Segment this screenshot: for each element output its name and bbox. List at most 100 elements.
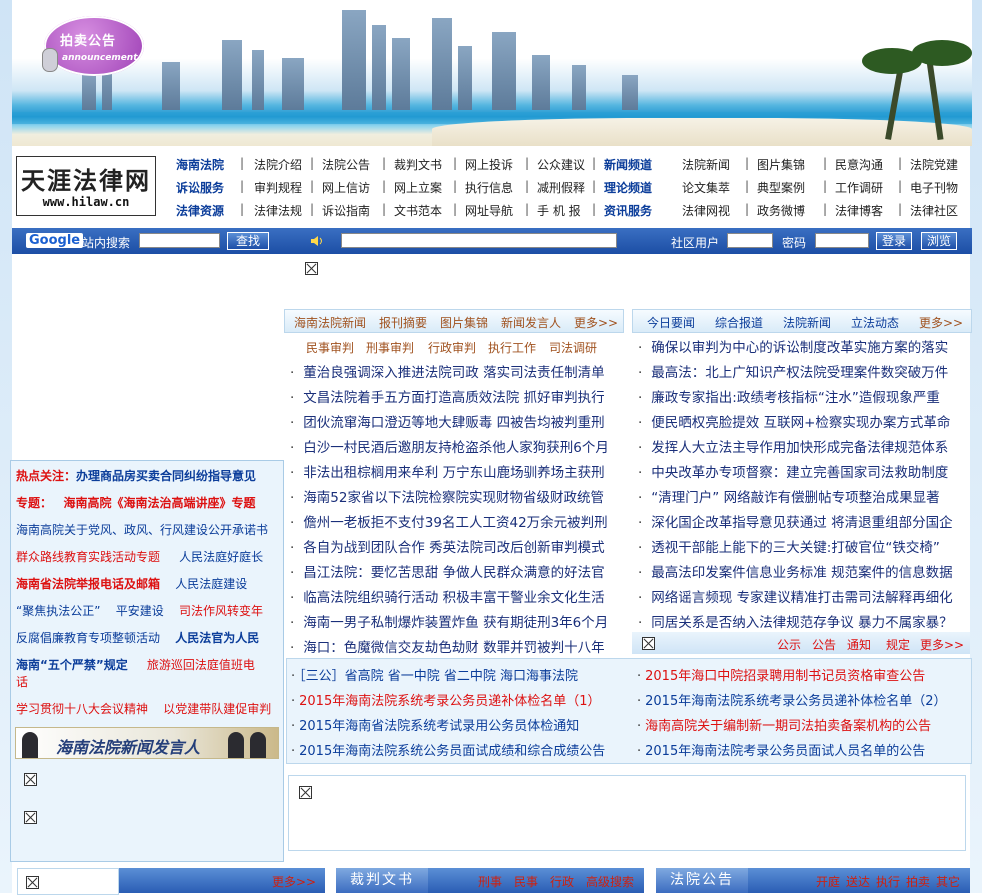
notice-item[interactable]: · 2015年海南法院考录公务员面试人员名单的公告 [637,740,925,759]
court-notice-title[interactable]: 法院公告 [656,868,748,893]
nav-link[interactable]: 手 机 报 [537,202,581,219]
news-title[interactable]: 团伙流窜海口澄迈等地大肆贩毒 四被告均被判重刑 [303,415,604,431]
nav-link[interactable]: 法律资源 [176,202,224,219]
nav-link[interactable]: 网上投诉 [465,156,513,173]
notice-item[interactable]: · 2015年海南省法院系统考试录用公务员体检通知 [291,715,579,734]
news-title[interactable]: 发挥人大立法主导作用加快形成完备法律规范体系 [651,440,948,456]
hot-topic[interactable]: 热点关注：办理商品房买卖合同纠纷指导意见 [16,467,256,484]
news-title[interactable]: 中央改革办专项督察：建立完善国家司法救助制度 [651,465,948,481]
news-item[interactable]: · 深化国企改革指导意见获通过 将清退重组部分国企 [638,511,953,531]
news-title[interactable]: 最高法：北上广知识产权法院受理案件数突破万件 [651,365,948,381]
sidebar-links-8[interactable]: 海南“五个严禁”规定 旅游巡回法庭值班电 [16,656,255,673]
news-title[interactable]: 董治良强调深入推进法院司政 落实司法责任制清单 [303,365,604,381]
browse-button[interactable]: 浏览 [921,232,957,250]
notice-title[interactable]: 2015年海南省法院系统考试录用公务员体检通知 [299,719,579,734]
nav-link[interactable]: 理论频道 [604,179,652,196]
nav-link[interactable]: 电子刊物 [910,179,958,196]
publicity-tab[interactable]: 公告 [812,636,836,653]
publicity-tab[interactable]: 公示 [777,636,801,653]
notice-title[interactable]: 2015年海南法院考录公务员面试人员名单的公告 [645,744,925,759]
news-title[interactable]: “清理门户” 网络敲诈有偿删帖专项整治成果显著 [651,490,939,506]
nav-link[interactable]: 资讯服务 [604,202,652,219]
nav-link[interactable]: 审判规程 [254,179,302,196]
notice-item[interactable]: · 2015年海南法院系统考录公务员递补体检名单（2） [637,690,947,709]
nav-link[interactable]: 执行信息 [465,179,513,196]
center-subtab[interactable]: 刑事审判 [366,339,414,356]
sidebar-links-6[interactable]: “聚焦执法公正” 平安建设 司法作风转变年 [16,602,263,619]
news-item[interactable]: · 便民晒权亮脸提效 互联网+检察实现办案方式革命 [638,411,950,431]
nav-link[interactable]: 法院介绍 [254,156,302,173]
notice-title[interactable]: 海南高院关于编制新一期司法拍卖备案机构的公告 [645,719,931,734]
news-item[interactable]: · 儋州一老板拒不支付39名工人工资42万余元被判刑 [290,511,608,531]
news-title[interactable]: 昌江法院：要忆苦思甜 争做人民群众满意的好法官 [303,565,604,581]
news-title[interactable]: 同居关系是否纳入法律规范存争议 暴力不属家暴？ [651,615,952,631]
search-button[interactable]: 查找 [227,232,269,250]
court-link-execution[interactable]: 执行 [876,873,900,890]
special-topic[interactable]: 专题： 海南高院《海南法治高端讲座》专题 [16,494,255,511]
docs-link-civil[interactable]: 民事 [514,873,538,890]
news-title[interactable]: 便民晒权亮脸提效 互联网+检察实现办案方式革命 [651,415,950,431]
nav-link[interactable]: 论文集萃 [682,179,730,196]
nav-link[interactable]: 减刑假释 [537,179,585,196]
right-tab[interactable]: 更多>> [919,314,963,331]
news-item[interactable]: · 海口：色魔微信交友劫色劫财 数罪并罚被判十八年 [290,636,605,656]
news-title[interactable]: 海南一男子私制爆炸装置炸鱼 获有期徒刑3年6个月 [303,615,608,631]
notice-item[interactable]: · 2015年海口中院招录聘用制书记员资格审查公告 [637,665,925,684]
nav-link[interactable]: 网上立案 [394,179,442,196]
nav-link[interactable]: 政务微博 [757,202,805,219]
sidebar-links-9[interactable]: 学习贯彻十八大会议精神 以党建带队建促审判 [16,700,271,717]
news-item[interactable]: · 董治良强调深入推进法院司政 落实司法责任制清单 [290,361,605,381]
username-input[interactable] [727,233,773,248]
right-tab[interactable]: 今日要闻 [647,314,695,331]
center-subtab[interactable]: 民事审判 [306,339,354,356]
nav-link[interactable]: 裁判文书 [394,156,442,173]
news-title[interactable]: 海南52家省以下法院检察院实现财物省级财政统管 [303,490,604,506]
center-tab[interactable]: 海南法院新闻 [294,314,366,331]
password-input[interactable] [815,233,869,248]
nav-link[interactable]: 文书范本 [394,202,442,219]
nav-link[interactable]: 诉讼服务 [176,179,224,196]
nav-link[interactable]: 新闻频道 [604,156,652,173]
center-tab[interactable]: 报刊摘要 [379,314,427,331]
sidebar-links-5[interactable]: 海南省法院举报电话及邮箱 人民法庭建设 [16,575,247,592]
news-title[interactable]: 深化国企改革指导意见获通过 将清退重组部分国企 [651,515,952,531]
nav-link[interactable]: 公众建议 [537,156,585,173]
nav-link[interactable]: 工作调研 [835,179,883,196]
news-item[interactable]: · 海南一男子私制爆炸装置炸鱼 获有期徒刑3年6个月 [290,611,608,631]
docs-link-admin[interactable]: 行政 [550,873,574,890]
center-subtab[interactable]: 司法调研 [549,339,597,356]
nav-link[interactable]: 法院公告 [322,156,370,173]
news-title[interactable]: 最高法印发案件信息业务标准 规范案件的信息数据 [651,565,952,581]
news-title[interactable]: 廉政专家指出:政绩考核指标“注水”造假现象严重 [651,390,940,406]
news-item[interactable]: · 中央改革办专项督察：建立完善国家司法救助制度 [638,461,948,481]
nav-link[interactable]: 法律法规 [254,202,302,219]
nav-link[interactable]: 海南法院 [176,156,224,173]
court-link-hearing[interactable]: 开庭 [816,873,840,890]
judgment-docs-title[interactable]: 裁判文书 [336,868,428,893]
sidebar-links-4[interactable]: 群众路线教育实践活动专题 人民法庭好庭长 [16,548,263,565]
notice-title[interactable]: 2015年海口中院招录聘用制书记员资格审查公告 [645,669,925,684]
news-item[interactable]: · 临高法院组织骑行活动 积极丰富干警业余文化生活 [290,586,605,606]
news-title[interactable]: 各自为战到团队合作 秀英法院司改后创新审判模式 [303,540,604,556]
news-title[interactable]: 文昌法院着手五方面打造高质效法院 抓好审判执行 [303,390,604,406]
center-subtab[interactable]: 行政审判 [428,339,476,356]
news-item[interactable]: · 团伙流窜海口澄迈等地大肆贩毒 四被告均被判重刑 [290,411,605,431]
right-tab[interactable]: 综合报道 [715,314,763,331]
news-item[interactable]: · 最高法印发案件信息业务标准 规范案件的信息数据 [638,561,953,581]
nav-link[interactable]: 法律博客 [835,202,883,219]
marquee-input[interactable] [341,233,617,248]
bottom-more-link[interactable]: 更多>> [272,873,316,890]
nav-link[interactable]: 法律网视 [682,202,730,219]
nav-link[interactable]: 网址导航 [465,202,513,219]
docs-link-criminal[interactable]: 刑事 [478,873,502,890]
news-item[interactable]: · “清理门户” 网络敲诈有偿删帖专项整治成果显著 [638,486,940,506]
news-title[interactable]: 白沙一村民酒后邀朋友持枪盗杀他人家狗获刑6个月 [303,440,609,456]
news-item[interactable]: · 网络谣言频现 专家建议精准打击需司法解释再细化 [638,586,953,606]
pledge-link[interactable]: 海南高院关于党风、政风、行风建设公开承诺书 [16,521,268,538]
nav-link[interactable]: 民意沟通 [835,156,883,173]
news-item[interactable]: · 文昌法院着手五方面打造高质效法院 抓好审判执行 [290,386,605,406]
nav-link[interactable]: 网上信访 [322,179,370,196]
news-item[interactable]: · 透视干部能上能下的三大关键:打破官位“铁交椅” [638,536,940,556]
sidebar-links-7[interactable]: 反腐倡廉教育专项整顿活动 人民法官为人民 [16,629,259,646]
news-title[interactable]: 临高法院组织骑行活动 积极丰富干警业余文化生活 [303,590,604,606]
